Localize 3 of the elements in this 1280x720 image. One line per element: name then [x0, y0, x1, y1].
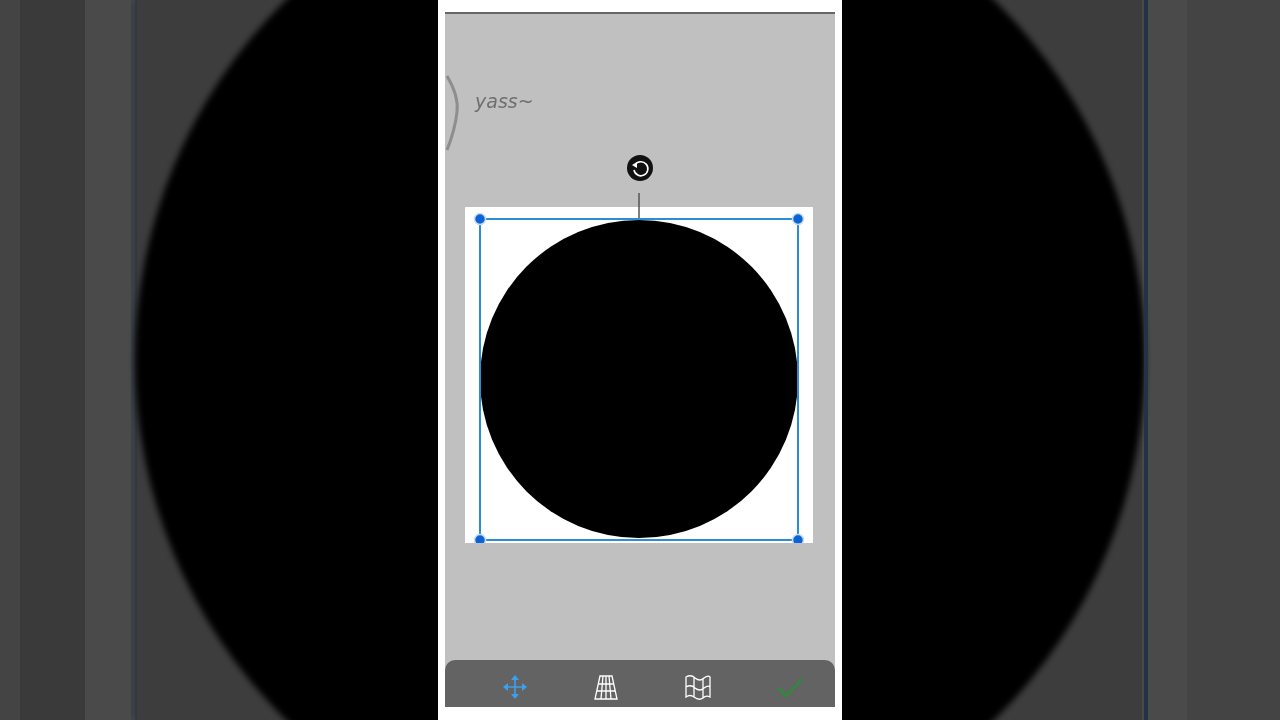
rotate-handle[interactable]	[626, 154, 654, 182]
selected-circle-drawing[interactable]	[465, 193, 815, 543]
handwritten-text: yass~	[475, 92, 534, 111]
